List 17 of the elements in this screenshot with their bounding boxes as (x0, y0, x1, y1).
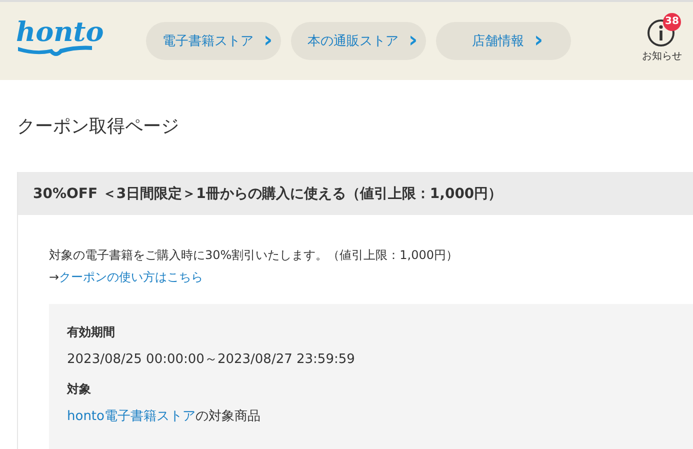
coupon-title: 30%OFF ＜3日間限定＞1冊からの購入に使える（値引上限：1,000円） (33, 184, 502, 202)
detail-label: 有効期間 (67, 324, 116, 340)
arrow-text: → (49, 270, 60, 284)
usage-link[interactable]: クーポンの使い方はこちら (59, 270, 204, 284)
detail-value: 2023/08/25 00:00:00～2023/08/27 23:59:59 (67, 352, 356, 368)
coupon-description: 対象の電子書籍をご購入時に30%割引いたします。（値引上限：1,000円） (49, 247, 460, 263)
nav-tab[interactable]: 店舗情報 › (436, 22, 571, 60)
notification-badge: 38 (663, 13, 681, 31)
page-title: クーポン取得ページ (16, 115, 180, 139)
detail-value: honto電子書籍ストアの対象商品 (67, 409, 262, 425)
nav-tab[interactable]: 本の通販ストア › (291, 22, 426, 60)
notification-label[interactable]: お知らせ (642, 49, 682, 63)
logo[interactable]: honto (16, 19, 104, 47)
store-link[interactable]: honto電子書籍ストア (67, 409, 196, 424)
nav-tab[interactable]: 電子書籍ストア › (146, 22, 281, 60)
detail-label: 対象 (67, 381, 92, 397)
swoosh-icon (16, 43, 94, 57)
